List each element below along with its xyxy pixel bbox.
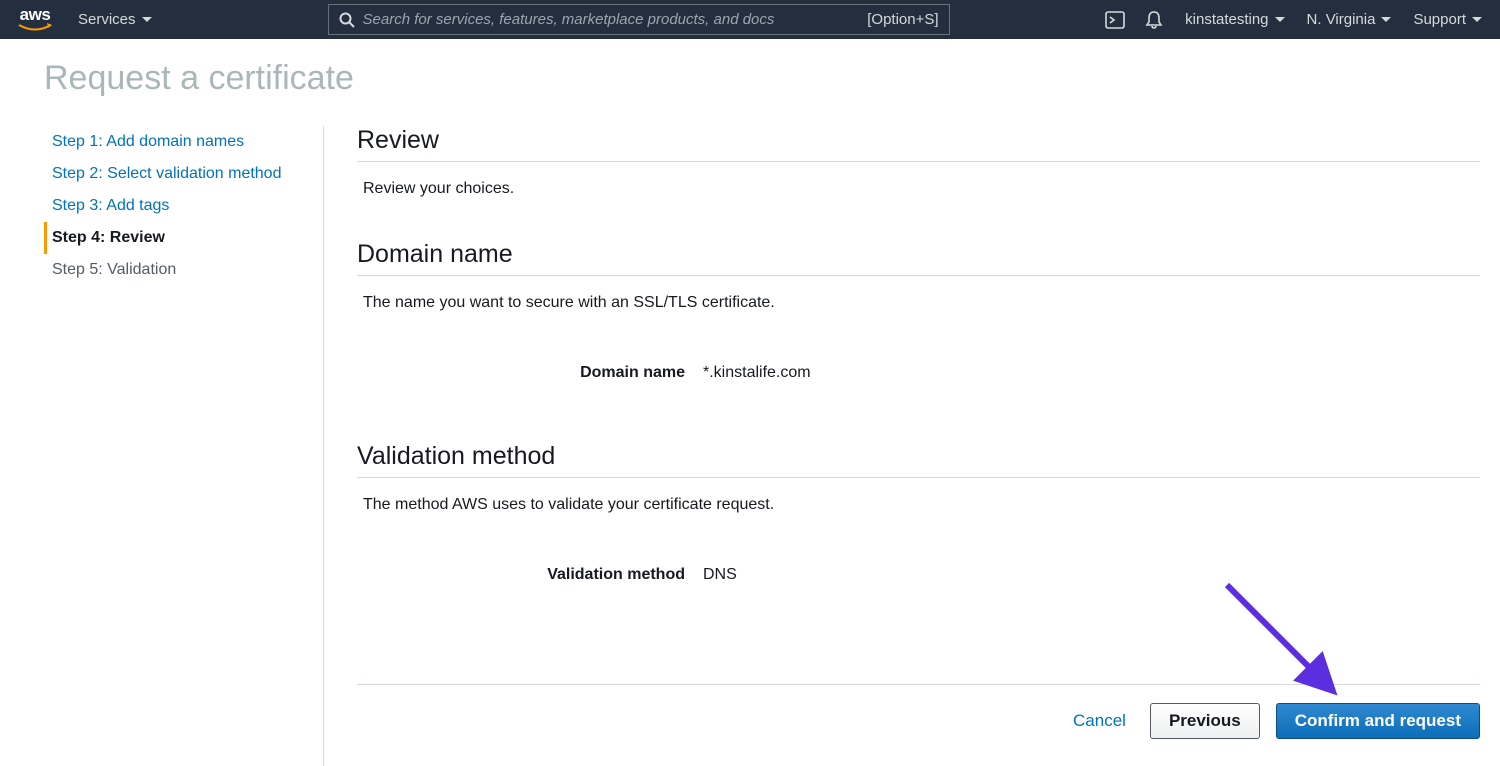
chevron-down-icon [142,17,152,22]
review-desc: Review your choices. [357,162,1480,198]
services-label: Services [78,11,136,28]
services-menu[interactable]: Services [78,11,152,28]
validation-method-section: Validation method The method AWS uses to… [357,442,1480,584]
notifications-button[interactable] [1145,10,1163,30]
aws-smile-icon [18,23,52,33]
step-2-select-validation-method[interactable]: Step 2: Select validation method [44,158,313,190]
top-navbar: aws Services Search for services, featur… [0,0,1500,39]
account-label: kinstatesting [1185,11,1268,28]
review-heading: Review [357,126,1480,162]
chevron-down-icon [1381,17,1391,22]
wizard-actions: Cancel Previous Confirm and request [357,684,1480,739]
step-3-add-tags[interactable]: Step 3: Add tags [44,190,313,222]
aws-logo[interactable]: aws [18,6,52,33]
domain-name-row: Domain name *.kinstalife.com [357,364,1480,382]
cancel-button[interactable]: Cancel [1065,703,1134,739]
page-title: Request a certificate [44,59,1500,98]
bell-icon [1145,10,1163,30]
region-menu[interactable]: N. Virginia [1307,11,1392,28]
support-label: Support [1413,11,1466,28]
step-1-add-domain-names[interactable]: Step 1: Add domain names [44,126,313,158]
region-label: N. Virginia [1307,11,1376,28]
domain-desc: The name you want to secure with an SSL/… [357,276,1480,312]
search-placeholder: Search for services, features, marketpla… [363,11,868,28]
validation-heading: Validation method [357,442,1480,478]
account-menu[interactable]: kinstatesting [1185,11,1284,28]
domain-heading: Domain name [357,240,1480,276]
main-content: Review Review your choices. Domain name … [324,126,1500,766]
domain-name-value: *.kinstalife.com [703,364,811,382]
search-shortcut: [Option+S] [867,11,938,28]
validation-method-row: Validation method DNS [357,566,1480,584]
validation-method-value: DNS [703,566,737,584]
domain-name-section: Domain name The name you want to secure … [357,240,1480,382]
cloudshell-icon [1105,11,1125,29]
validation-method-key: Validation method [357,566,703,584]
chevron-down-icon [1275,17,1285,22]
review-section: Review Review your choices. [357,126,1480,198]
step-5-validation: Step 5: Validation [44,254,313,286]
cloudshell-button[interactable] [1105,11,1125,29]
support-menu[interactable]: Support [1413,11,1482,28]
search-input[interactable]: Search for services, features, marketpla… [328,4,950,35]
annotation-arrow-icon [1219,577,1359,707]
confirm-and-request-button[interactable]: Confirm and request [1276,703,1480,739]
search-icon [339,12,355,28]
step-4-review[interactable]: Step 4: Review [44,222,313,254]
previous-button[interactable]: Previous [1150,703,1260,739]
steps-sidebar: Step 1: Add domain names Step 2: Select … [44,126,324,766]
validation-desc: The method AWS uses to validate your cer… [357,478,1480,514]
chevron-down-icon [1472,17,1482,22]
domain-name-key: Domain name [357,364,703,382]
